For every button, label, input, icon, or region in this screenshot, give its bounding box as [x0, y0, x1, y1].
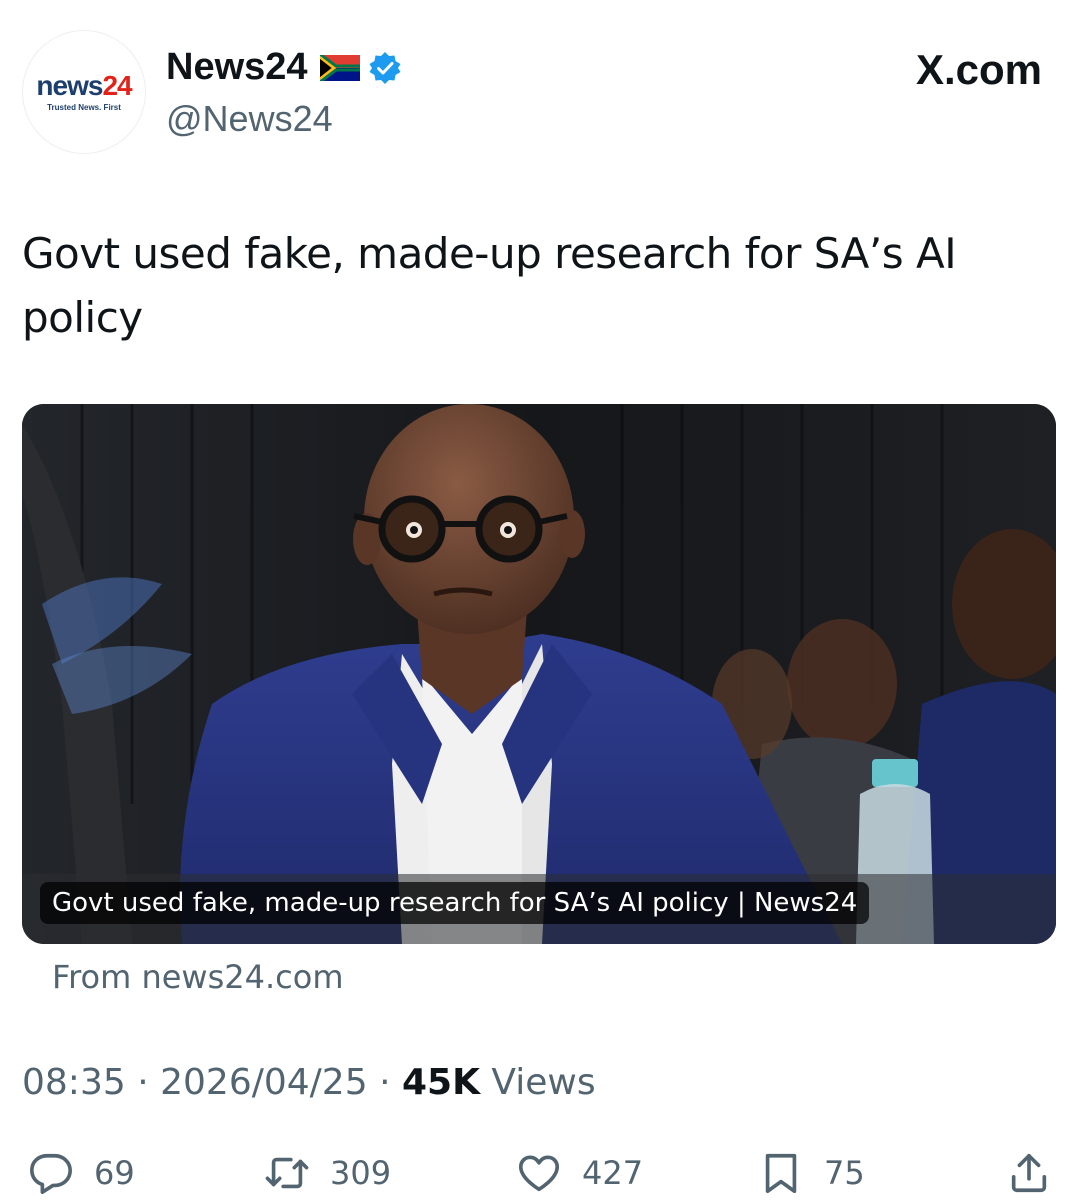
tweet-date[interactable]: 2026/04/25 [160, 1062, 368, 1103]
south-africa-flag-icon [318, 52, 362, 83]
reply-icon [30, 1153, 72, 1194]
share-button[interactable] [1006, 1148, 1052, 1198]
author-name-row: News24 [166, 46, 402, 89]
share-icon [1011, 1153, 1047, 1193]
article-photo [22, 404, 1056, 944]
tweet-header: news24 Trusted News. First News24 @News2… [22, 30, 1062, 160]
author-handle[interactable]: @News24 [166, 98, 333, 140]
avatar[interactable]: news24 Trusted News. First [22, 30, 146, 154]
tweet-time[interactable]: 08:35 [22, 1062, 126, 1103]
reply-count: 69 [94, 1154, 135, 1192]
views-count: 45K [401, 1062, 480, 1103]
repost-button[interactable]: 309 [264, 1148, 391, 1198]
verified-badge-icon [368, 51, 402, 85]
views-label: Views [491, 1062, 596, 1103]
meta-separator: · [379, 1062, 391, 1103]
card-source[interactable]: From news24.com [52, 958, 344, 996]
reply-button[interactable]: 69 [28, 1148, 135, 1198]
display-name[interactable]: News24 [166, 46, 308, 89]
bookmark-icon [765, 1153, 797, 1194]
repost-count: 309 [330, 1154, 392, 1192]
like-count: 427 [582, 1154, 644, 1192]
tweet-meta: 08:35 · 2026/04/25 · 45K Views [22, 1062, 596, 1103]
bookmark-button[interactable]: 75 [758, 1148, 865, 1198]
logo-tagline: Trusted News. First [47, 103, 121, 112]
like-button[interactable]: 427 [516, 1148, 643, 1198]
link-card[interactable]: Govt used fake, made-up research for SA’… [22, 404, 1056, 944]
bookmark-count: 75 [824, 1154, 865, 1192]
site-label: X.com [915, 46, 1042, 93]
card-caption: Govt used fake, made-up research for SA’… [40, 882, 870, 924]
repost-icon [265, 1157, 309, 1189]
news24-logo: news24 [36, 70, 132, 101]
meta-separator: · [137, 1062, 149, 1103]
heart-icon [518, 1155, 560, 1192]
tweet-text: Govt used fake, made-up research for SA’… [22, 229, 957, 342]
action-bar: 69 309 427 75 [22, 1148, 1056, 1200]
